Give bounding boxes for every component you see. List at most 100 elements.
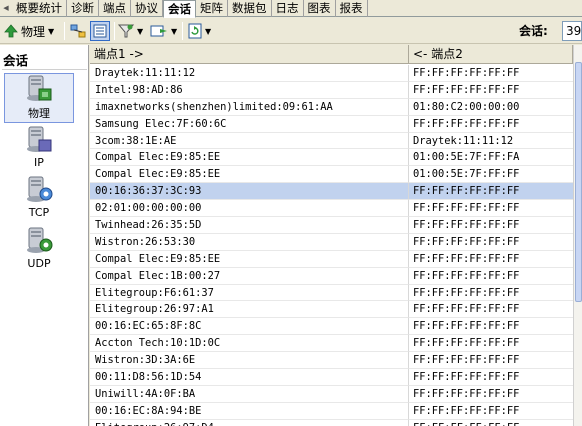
endpoint2-cell: FF:FF:FF:FF:FF:FF	[409, 386, 573, 403]
list-view-button[interactable]	[90, 21, 110, 41]
table-row[interactable]: Elitegroup:26:97:A1 FF:FF:FF:FF:FF:FF	[90, 301, 573, 319]
list-icon	[93, 24, 107, 38]
endpoint1-cell: Compal Elec:E9:85:EE	[90, 250, 409, 268]
endpoint2-cell: FF:FF:FF:FF:FF:FF	[409, 268, 573, 285]
physical-dropdown-label: 物理	[21, 24, 46, 39]
map-view-button[interactable]	[68, 21, 88, 41]
endpoint2-cell: Draytek:11:11:12	[409, 133, 573, 150]
filter-dropdown[interactable]: ▼	[118, 21, 143, 41]
table-row[interactable]: Compal Elec:E9:85:EE FF:FF:FF:FF:FF:FF	[90, 250, 573, 268]
filter-icon	[118, 24, 134, 38]
table-row[interactable]: imaxnetworks(shenzhen)limited:09:61:AA 01…	[90, 98, 573, 116]
table-row[interactable]: 00:16:EC:8A:94:BE FF:FF:FF:FF:FF:FF	[90, 402, 573, 420]
toolbar-separator	[64, 22, 65, 40]
endpoint2-cell: FF:FF:FF:FF:FF:FF	[409, 403, 573, 420]
endpoint2-cell: FF:FF:FF:FF:FF:FF	[409, 335, 573, 353]
endpoint1-cell: Intel:98:AD:86	[90, 81, 409, 99]
session-type-sidebar: 会话 物理 IP TCP UDP	[0, 45, 89, 426]
table-row[interactable]: Elitegroup:F6:61:37 FF:FF:FF:FF:FF:FF	[90, 284, 573, 302]
endpoint1-cell: Compal Elec:E9:85:EE	[90, 166, 409, 184]
chevron-down-icon: ▼	[171, 26, 178, 36]
endpoint1-cell: Samsung Elec:7F:60:6C	[90, 115, 409, 133]
sidebar-item-label: IP	[34, 156, 44, 169]
session-count-field[interactable]: 39	[562, 21, 582, 41]
endpoint2-cell: 01:00:5E:7F:FF:FF	[409, 166, 573, 184]
tab-2[interactable]: 端点	[99, 0, 131, 17]
refresh-icon	[188, 23, 202, 39]
tab-1[interactable]: 诊断	[67, 0, 99, 17]
tab-3[interactable]: 协议	[131, 0, 163, 17]
sidebar-item-udp[interactable]: UDP	[4, 226, 74, 276]
table-row[interactable]: 3com:38:1E:AE Draytek:11:11:12	[90, 132, 573, 150]
table-row[interactable]: 00:16:EC:65:8F:8C FF:FF:FF:FF:FF:FF	[90, 318, 573, 336]
tab-strip: ◀ 概要统计 诊断 端点 协议 会话 矩阵 数据包 日志 图表 报表	[0, 0, 582, 18]
sidebar-item-ip[interactable]: IP	[4, 125, 74, 175]
session-count-label: 会话:	[516, 21, 551, 41]
endpoint2-cell: FF:FF:FF:FF:FF:FF	[409, 285, 573, 302]
table-row[interactable]: Uniwill:4A:0F:BA FF:FF:FF:FF:FF:FF	[90, 385, 573, 403]
table-row[interactable]: 00:16:36:37:3C:93 FF:FF:FF:FF:FF:FF	[90, 183, 573, 201]
endpoint2-cell: FF:FF:FF:FF:FF:FF	[409, 234, 573, 251]
chevron-down-icon: ▼	[48, 26, 55, 36]
table-row[interactable]: Intel:98:AD:86 FF:FF:FF:FF:FF:FF	[90, 81, 573, 99]
table-row[interactable]: Accton Tech:10:1D:0C FF:FF:FF:FF:FF:FF	[90, 335, 573, 353]
vertical-scrollbar[interactable]	[573, 45, 582, 426]
endpoint1-cell: 00:16:EC:65:8F:8C	[90, 318, 409, 336]
tab-9[interactable]: 报表	[336, 0, 368, 17]
chevron-down-icon: ▼	[205, 26, 212, 36]
tab-8[interactable]: 图表	[304, 0, 336, 17]
endpoint2-cell: FF:FF:FF:FF:FF:FF	[409, 183, 573, 201]
endpoint2-cell: 01:00:5E:7F:FF:FA	[409, 149, 573, 167]
export-dropdown[interactable]: ▼	[150, 21, 177, 41]
network-map-icon	[70, 24, 86, 38]
endpoint1-cell: 00:11:D8:56:1D:54	[90, 369, 409, 386]
table-row[interactable]: Compal Elec:E9:85:EE 01:00:5E:7F:FF:FA	[90, 149, 573, 167]
sidebar-item-label: TCP	[28, 206, 50, 219]
endpoint1-cell: Accton Tech:10:1D:0C	[90, 335, 409, 353]
table-row[interactable]: Wistron:26:53:30 FF:FF:FF:FF:FF:FF	[90, 233, 573, 251]
table-header: 端点1 -> <- 端点2	[90, 45, 573, 64]
table-row[interactable]: 00:11:D8:56:1D:54 FF:FF:FF:FF:FF:FF	[90, 369, 573, 386]
endpoint2-cell: FF:FF:FF:FF:FF:FF	[409, 200, 573, 218]
endpoint2-cell: FF:FF:FF:FF:FF:FF	[409, 217, 573, 234]
table-body: Draytek:11:11:12 FF:FF:FF:FF:FF:FF Intel:9…	[90, 65, 573, 426]
sidebar-item-tcp[interactable]: TCP	[4, 175, 74, 225]
endpoint1-cell: Elitegroup:26:97:A1	[90, 301, 409, 319]
table-row[interactable]: Twinhead:26:35:5D FF:FF:FF:FF:FF:FF	[90, 217, 573, 234]
tab-5[interactable]: 矩阵	[196, 0, 228, 17]
scrollbar-thumb[interactable]	[575, 62, 582, 302]
tab-7[interactable]: 日志	[272, 0, 304, 17]
table-row[interactable]: Elitegroup:26:97:D4FF:FF:FF:FF:FF:FF	[90, 419, 573, 426]
endpoint1-cell: Wistron:26:53:30	[90, 233, 409, 251]
tab-0[interactable]: 概要统计	[12, 0, 67, 17]
refresh-dropdown[interactable]: ▼	[188, 21, 211, 41]
endpoint1-cell: imaxnetworks(shenzhen)limited:09:61:AA	[90, 98, 409, 116]
arrow-up-icon	[4, 24, 18, 38]
tab-6[interactable]: 数据包	[228, 0, 272, 17]
endpoint1-cell: Compal Elec:1B:00:27	[90, 267, 409, 285]
table-row[interactable]: Draytek:11:11:12 FF:FF:FF:FF:FF:FF	[90, 65, 573, 82]
udp-network-icon	[27, 227, 53, 253]
physical-dropdown[interactable]: 物理 ▼	[4, 21, 54, 41]
table-row[interactable]: Wistron:3D:3A:6E FF:FF:FF:FF:FF:FF	[90, 352, 573, 370]
endpoint1-cell: Twinhead:26:35:5D	[90, 217, 409, 234]
table-row[interactable]: Samsung Elec:7F:60:6C FF:FF:FF:FF:FF:FF	[90, 115, 573, 133]
endpoint1-cell: Elitegroup:26:97:D4	[90, 419, 409, 426]
tab-scroll-left-icon[interactable]: ◀	[1, 2, 11, 15]
tabs: 概要统计 诊断 端点 协议 会话 矩阵 数据包 日志 图表 报表	[12, 0, 368, 18]
physical-network-icon	[27, 75, 52, 101]
endpoint1-cell: Compal Elec:E9:85:EE	[90, 149, 409, 167]
table-row[interactable]: 02:01:00:00:00:00 FF:FF:FF:FF:FF:FF	[90, 200, 573, 218]
column-header-endpoint1[interactable]: 端点1 ->	[90, 45, 409, 64]
endpoint2-cell: FF:FF:FF:FF:FF:FF	[409, 251, 573, 268]
column-header-endpoint2[interactable]: <- 端点2	[409, 45, 573, 64]
endpoint1-cell: Elitegroup:F6:61:37	[90, 284, 409, 302]
tab-4[interactable]: 会话	[163, 0, 196, 18]
ip-network-icon	[27, 126, 52, 152]
endpoint1-cell: 00:16:36:37:3C:93	[90, 183, 409, 201]
sidebar-item-physical[interactable]: 物理	[4, 73, 74, 123]
table-row[interactable]: Compal Elec:E9:85:EE 01:00:5E:7F:FF:FF	[90, 166, 573, 184]
endpoint2-cell: FF:FF:FF:FF:FF:FF	[409, 420, 573, 426]
endpoint2-cell: 01:80:C2:00:00:00	[409, 99, 573, 116]
table-row[interactable]: Compal Elec:1B:00:27 FF:FF:FF:FF:FF:FF	[90, 267, 573, 285]
